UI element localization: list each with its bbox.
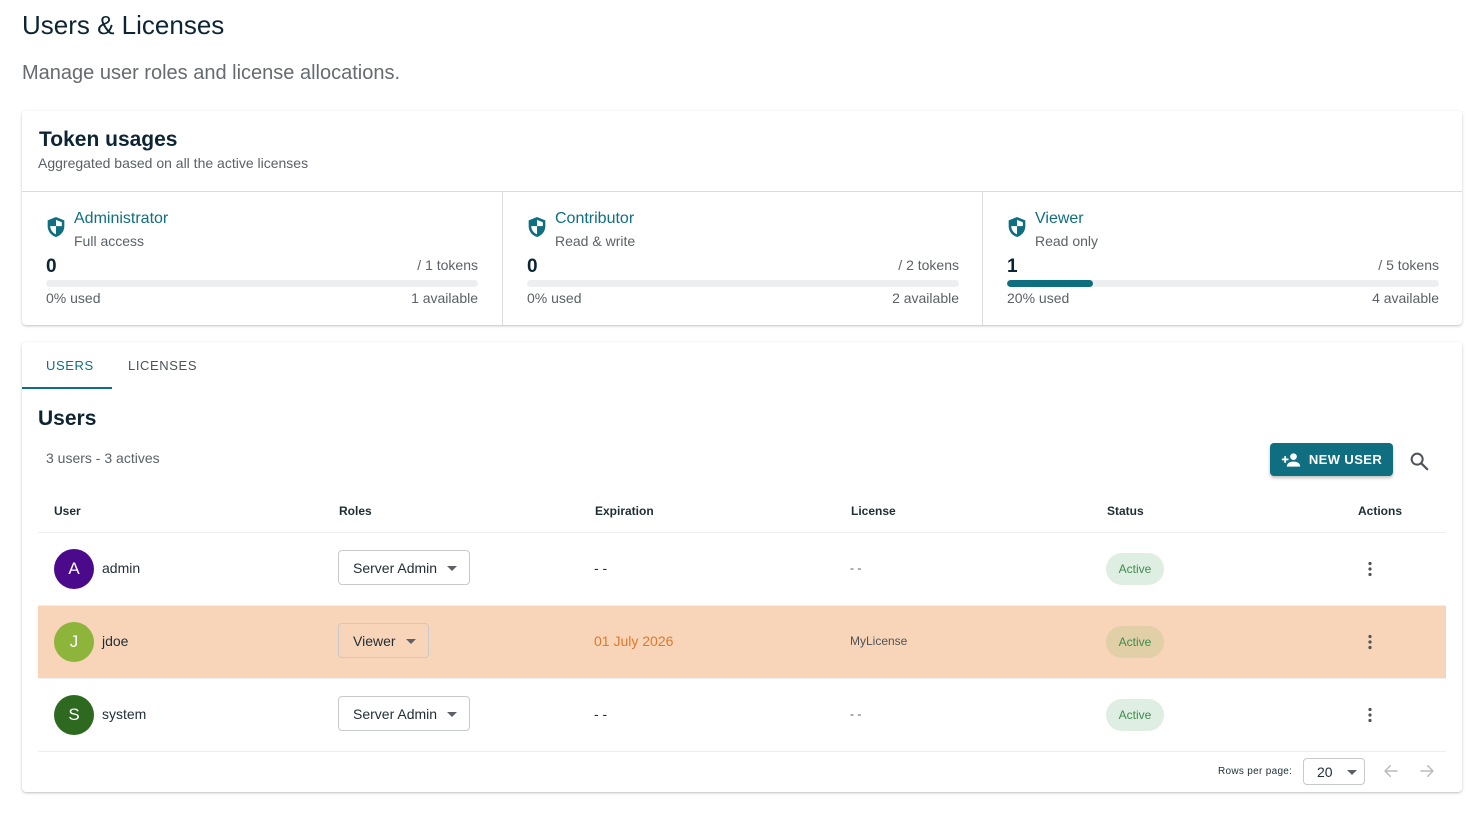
column-header-expiration[interactable]: Expiration [595,504,654,518]
next-page-icon[interactable] [1418,762,1436,780]
license-value: - - [850,707,862,721]
license-value: MyLicense [850,634,908,648]
tab-licenses[interactable]: LICENSES [128,358,197,373]
chevron-down-icon [447,566,458,571]
role-token-total: / 2 tokens [898,257,959,273]
users-heading: Users [38,407,97,430]
expiration-value: - - [594,560,608,576]
token-usages-card: Token usages Aggregated based on all the… [22,111,1462,325]
column-header-user[interactable]: User [54,504,81,518]
role-usage-viewer: Viewer Read only 1 / 5 tokens 20% used 4… [982,192,1463,325]
table-row[interactable]: J jdoe Viewer 01 July 2026 MyLicense Act… [38,606,1446,679]
column-header-actions: Actions [1358,504,1403,518]
expiration-value: 01 July 2026 [594,633,674,649]
more-vertical-icon[interactable] [1358,703,1382,727]
role-usage-administrator: Administrator Full access 0 / 1 tokens 0… [22,192,502,325]
new-user-label: NEW USER [1308,452,1383,467]
role-select[interactable]: Viewer [338,623,429,658]
chevron-down-icon [1346,770,1357,775]
role-description: Read & write [555,233,636,249]
status-badge: Active [1106,699,1164,731]
shield-icon [47,217,65,237]
table-row[interactable]: S system Server Admin - - - - Active [38,679,1446,752]
page-subtitle: Manage user roles and license allocation… [22,62,400,84]
shield-icon [1008,217,1026,237]
new-user-button[interactable]: NEW USER [1270,443,1393,476]
chevron-down-icon [447,712,458,717]
role-select[interactable]: Server Admin [338,696,471,731]
role-select-value: Server Admin [353,559,438,576]
role-select[interactable]: Server Admin [338,550,471,585]
license-value: - - [850,561,862,575]
table-header: User Roles Expiration License Status Act… [38,502,1446,533]
role-usage-contributor: Contributor Read & write 0 / 2 tokens 0%… [502,192,983,325]
column-header-license[interactable]: License [851,504,896,518]
avatar: A [54,549,94,589]
search-icon[interactable] [1408,450,1430,472]
more-vertical-icon[interactable] [1358,557,1382,581]
role-usage-bar-fill [1007,280,1094,287]
status-badge: Active [1106,626,1164,658]
role-used-label: 20% used [1007,290,1070,306]
role-usage-bar [46,280,478,287]
role-description: Read only [1035,233,1099,249]
role-used-label: 0% used [527,290,582,306]
role-token-count: 0 [46,256,57,277]
tab-active-indicator [22,387,112,389]
tab-bar: USERS LICENSES [22,342,422,389]
avatar: S [54,695,94,735]
role-name: Contributor [555,210,635,227]
role-available-label: 2 available [892,290,959,306]
username: admin [102,560,141,576]
role-used-label: 0% used [46,290,101,306]
role-select-value: Server Admin [353,705,438,722]
role-token-total: / 1 tokens [417,257,478,273]
column-header-status[interactable]: Status [1107,504,1144,518]
users-card: USERS LICENSES Users 3 users - 3 actives… [22,342,1462,792]
role-token-count: 0 [527,256,538,277]
page-title: Users & Licenses [22,10,225,40]
avatar: J [54,622,94,662]
users-count: 3 users - 3 actives [46,450,160,466]
role-available-label: 1 available [411,290,478,306]
rows-per-page-value: 20 [1317,763,1333,780]
more-vertical-icon[interactable] [1358,630,1382,654]
role-description: Full access [74,233,145,249]
username: system [102,706,147,722]
expiration-value: - - [594,706,608,722]
table-row[interactable]: A admin Server Admin - - - - Active [38,533,1446,606]
username: jdoe [102,633,129,649]
column-header-roles[interactable]: Roles [339,504,372,518]
rows-per-page-select[interactable]: 20 [1303,758,1365,785]
status-badge: Active [1106,553,1164,585]
token-usages-subtitle: Aggregated based on all the active licen… [38,155,309,171]
role-available-label: 4 available [1372,290,1439,306]
role-token-count: 1 [1007,256,1018,277]
role-name: Viewer [1035,210,1084,227]
person-add-icon [1281,452,1301,467]
rows-per-page-label: Rows per page: [1218,766,1293,777]
role-usage-bar [527,280,959,287]
shield-icon [528,217,546,237]
tab-users[interactable]: USERS [46,358,94,373]
role-token-total: / 5 tokens [1378,257,1439,273]
chevron-down-icon [405,639,416,644]
role-name: Administrator [74,210,169,227]
role-usage-bar [1007,280,1439,287]
token-usages-title: Token usages [39,128,178,151]
previous-page-icon[interactable] [1382,762,1400,780]
role-select-value: Viewer [353,632,396,649]
